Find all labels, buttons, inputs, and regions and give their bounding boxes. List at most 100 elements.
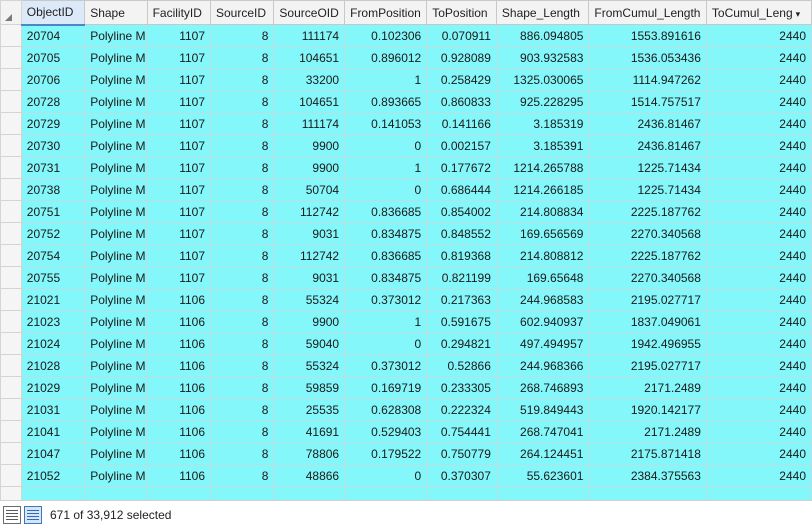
cell-toposition[interactable]: 0.686444 xyxy=(426,178,497,201)
cell-objectid[interactable]: 21052 xyxy=(20,464,86,487)
cell-fromcumul-length[interactable]: 2436.81467 xyxy=(588,112,707,135)
cell-sourceoid[interactable]: 9900 xyxy=(273,134,346,157)
cell-fromposition[interactable]: 0.373012 xyxy=(344,354,428,377)
cell-sourceid[interactable]: 8 xyxy=(209,46,275,69)
cell-objectid[interactable]: 20751 xyxy=(20,200,86,223)
row-selector[interactable] xyxy=(0,112,22,135)
cell-fromposition[interactable]: 0 xyxy=(344,332,428,355)
cell-tocumul-length[interactable]: 2440 xyxy=(705,200,812,223)
cell-fromposition[interactable]: 0.836685 xyxy=(344,200,428,223)
row-selector[interactable] xyxy=(0,24,22,47)
cell-fromcumul-length[interactable]: 1837.049061 xyxy=(588,310,707,333)
cell-sourceid[interactable]: 8 xyxy=(209,222,275,245)
cell-facilityid[interactable]: 1107 xyxy=(146,134,212,157)
cell-fromposition[interactable]: 0.169719 xyxy=(344,376,428,399)
cell-shape-length[interactable]: 1214.266185 xyxy=(495,178,590,201)
cell-toposition[interactable]: 0.52866 xyxy=(426,354,497,377)
row-selector[interactable] xyxy=(0,46,22,69)
row-selector[interactable] xyxy=(0,354,22,377)
row-selector[interactable] xyxy=(0,464,22,487)
cell-toposition[interactable]: 0.754441 xyxy=(426,420,497,443)
cell-facilityid[interactable] xyxy=(146,486,212,500)
cell-shape[interactable]: Polyline M xyxy=(84,420,148,443)
row-selector[interactable] xyxy=(0,156,22,179)
cell-toposition[interactable]: 0.370307 xyxy=(426,464,497,487)
cell-shape[interactable]: Polyline M xyxy=(84,288,148,311)
cell-sourceoid[interactable]: 104651 xyxy=(273,46,346,69)
row-selector[interactable] xyxy=(0,420,22,443)
cell-facilityid[interactable]: 1107 xyxy=(146,200,212,223)
table-row[interactable]: 21047 Polyline M 1106 8 78806 0.179522 0.75077… xyxy=(0,442,812,465)
cell-shape-length[interactable]: 169.656569 xyxy=(495,222,590,245)
cell-facilityid[interactable]: 1106 xyxy=(146,376,212,399)
cell-objectid[interactable]: 20706 xyxy=(20,68,86,91)
cell-shape-length[interactable]: 214.808834 xyxy=(495,200,590,223)
cell-sourceoid[interactable]: 55324 xyxy=(273,288,346,311)
cell-sourceid[interactable]: 8 xyxy=(209,398,275,421)
cell-objectid[interactable]: 20731 xyxy=(20,156,86,179)
cell-sourceoid[interactable]: 112742 xyxy=(273,244,346,267)
cell-fromposition[interactable]: 0.373012 xyxy=(344,288,428,311)
cell-fromcumul-length[interactable]: 2225.187762 xyxy=(588,244,707,267)
table-row[interactable]: 20754 Polyline M 1107 8 112742 0.836685 0.8193… xyxy=(0,244,812,267)
cell-toposition[interactable]: 0.294821 xyxy=(426,332,497,355)
cell-tocumul-length[interactable]: 2440 xyxy=(705,156,812,179)
row-selector[interactable] xyxy=(0,398,22,421)
row-selector[interactable] xyxy=(0,222,22,245)
cell-fromcumul-length[interactable]: 1225.71434 xyxy=(588,178,707,201)
cell-shape[interactable]: Polyline M xyxy=(84,90,148,113)
cell-shape-length[interactable]: 244.968583 xyxy=(495,288,590,311)
column-header-sourceid[interactable]: SourceID xyxy=(209,0,275,25)
cell-sourceoid[interactable]: 50704 xyxy=(273,178,346,201)
cell-sourceoid[interactable]: 9031 xyxy=(273,222,346,245)
cell-tocumul-length[interactable]: 2440 xyxy=(705,244,812,267)
cell-tocumul-length[interactable]: 2440 xyxy=(705,90,812,113)
cell-objectid[interactable]: 20730 xyxy=(20,134,86,157)
cell-fromposition[interactable]: 0 xyxy=(344,178,428,201)
cell-fromcumul-length[interactable] xyxy=(588,486,707,500)
row-selector[interactable] xyxy=(0,244,22,267)
cell-sourceoid[interactable]: 78806 xyxy=(273,442,346,465)
cell-toposition[interactable]: 0.860833 xyxy=(426,90,497,113)
cell-sourceid[interactable] xyxy=(209,486,275,500)
table-row[interactable]: 20705 Polyline M 1107 8 104651 0.896012 0.9280… xyxy=(0,46,812,69)
cell-shape-length[interactable]: 903.932583 xyxy=(495,46,590,69)
row-selector[interactable] xyxy=(0,288,22,311)
cell-toposition[interactable]: 0.821199 xyxy=(426,266,497,289)
cell-shape[interactable]: Polyline M xyxy=(84,398,148,421)
table-row[interactable]: 20751 Polyline M 1107 8 112742 0.836685 0.8540… xyxy=(0,200,812,223)
show-selected-records-icon[interactable] xyxy=(24,506,42,524)
cell-tocumul-length[interactable]: 2440 xyxy=(705,134,812,157)
cell-fromcumul-length[interactable]: 2270.340568 xyxy=(588,266,707,289)
cell-tocumul-length[interactable]: 2440 xyxy=(705,310,812,333)
column-header-fromcumul-length[interactable]: FromCumul_Length xyxy=(588,0,707,25)
table-row[interactable]: 20731 Polyline M 1107 8 9900 1 0.177672 1214.26… xyxy=(0,156,812,179)
cell-fromposition[interactable]: 1 xyxy=(344,310,428,333)
cell-shape[interactable]: Polyline M xyxy=(84,134,148,157)
cell-fromposition[interactable]: 1 xyxy=(344,156,428,179)
column-header-shape-length[interactable]: Shape_Length xyxy=(495,0,590,25)
row-selector[interactable] xyxy=(0,442,22,465)
cell-shape[interactable]: Polyline M xyxy=(84,442,148,465)
cell-objectid[interactable]: 20755 xyxy=(20,266,86,289)
cell-sourceid[interactable]: 8 xyxy=(209,288,275,311)
cell-tocumul-length[interactable]: 2440 xyxy=(705,222,812,245)
cell-toposition[interactable]: 0.750779 xyxy=(426,442,497,465)
cell-shape-length[interactable]: 886.094805 xyxy=(495,24,590,47)
column-header-objectid[interactable]: ObjectID xyxy=(20,0,86,26)
table-row[interactable]: 21021 Polyline M 1106 8 55324 0.373012 0.21736… xyxy=(0,288,812,311)
cell-shape[interactable]: Polyline M xyxy=(84,24,148,47)
cell-fromposition[interactable]: 0 xyxy=(344,464,428,487)
cell-fromcumul-length[interactable]: 2195.027717 xyxy=(588,288,707,311)
row-selector[interactable] xyxy=(0,200,22,223)
table-row[interactable]: 21028 Polyline M 1106 8 55324 0.373012 0.52866… xyxy=(0,354,812,377)
cell-facilityid[interactable]: 1107 xyxy=(146,222,212,245)
cell-fromposition[interactable]: 0.529403 xyxy=(344,420,428,443)
cell-fromcumul-length[interactable]: 1225.71434 xyxy=(588,156,707,179)
cell-fromcumul-length[interactable]: 1920.142177 xyxy=(588,398,707,421)
cell-facilityid[interactable]: 1107 xyxy=(146,24,212,47)
cell-facilityid[interactable]: 1107 xyxy=(146,156,212,179)
cell-objectid[interactable]: 20752 xyxy=(20,222,86,245)
cell-shape-length[interactable]: 268.747041 xyxy=(495,420,590,443)
select-all-corner[interactable] xyxy=(0,0,22,25)
